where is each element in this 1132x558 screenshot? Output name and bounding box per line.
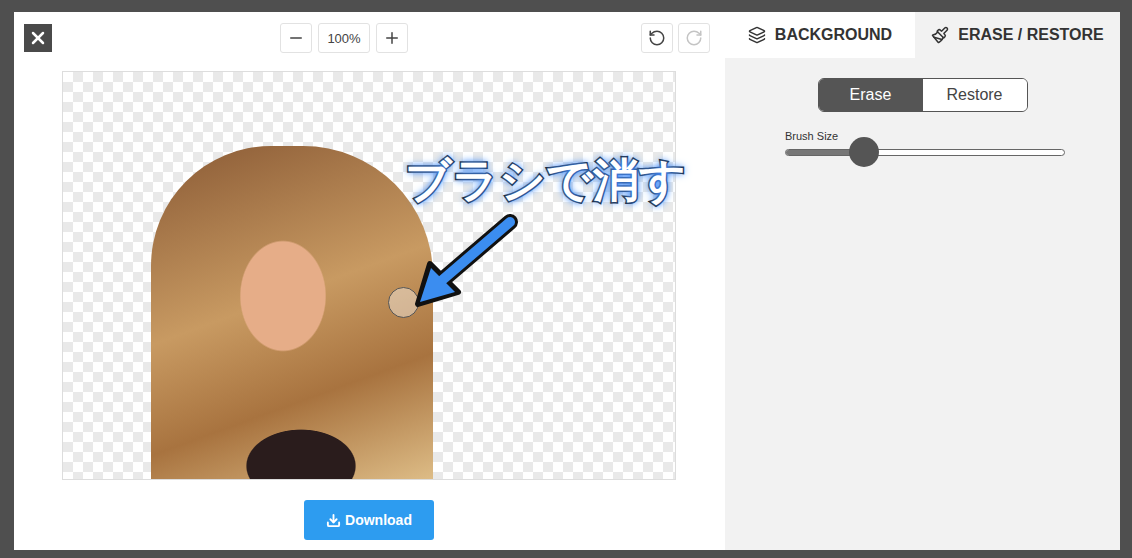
layers-icon (748, 26, 766, 44)
brush-cursor (388, 287, 419, 318)
download-button[interactable]: Download (304, 500, 434, 540)
toolbar: 100% (14, 24, 725, 52)
brush-size-slider[interactable] (785, 149, 1065, 156)
brush-icon (931, 26, 949, 44)
stage: Download (62, 71, 676, 540)
zoom-value: 100% (318, 23, 370, 53)
brush-size-control: Brush Size (725, 112, 1120, 156)
plus-icon (383, 29, 401, 47)
mode-switch: EraseRestore (818, 78, 1028, 112)
editor-main: 100% Download (14, 12, 725, 550)
photo (151, 146, 433, 480)
arrow-icon (410, 212, 520, 312)
undo-icon (648, 29, 666, 47)
tab-bar: BACKGROUNDERASE / RESTORE (725, 12, 1120, 58)
brush-size-label: Brush Size (785, 130, 1120, 142)
zoom-in-button[interactable] (376, 23, 408, 53)
image-canvas[interactable] (62, 71, 676, 480)
download-icon (326, 513, 341, 528)
zoom-controls: 100% (280, 23, 408, 53)
history-controls (641, 23, 710, 53)
close-icon (28, 28, 48, 48)
editor-window: 100% Download BACKGROUNDERASE / RESTORE Era… (14, 12, 1120, 550)
undo-button[interactable] (641, 23, 673, 53)
panel-tab[interactable]: ERASE / RESTORE (915, 12, 1120, 58)
zoom-out-button[interactable] (280, 23, 312, 53)
slider-thumb[interactable] (849, 137, 879, 167)
mode-button[interactable]: Restore (923, 79, 1027, 111)
close-button[interactable] (24, 24, 52, 52)
panel-tab[interactable]: BACKGROUND (725, 12, 915, 58)
redo-button[interactable] (678, 23, 710, 53)
side-panel: BACKGROUNDERASE / RESTORE EraseRestore Bru… (725, 12, 1120, 550)
minus-icon (287, 29, 305, 47)
mode-button[interactable]: Erase (819, 79, 923, 111)
annotation-label: ブラシで消す (405, 150, 686, 212)
redo-icon (685, 29, 703, 47)
